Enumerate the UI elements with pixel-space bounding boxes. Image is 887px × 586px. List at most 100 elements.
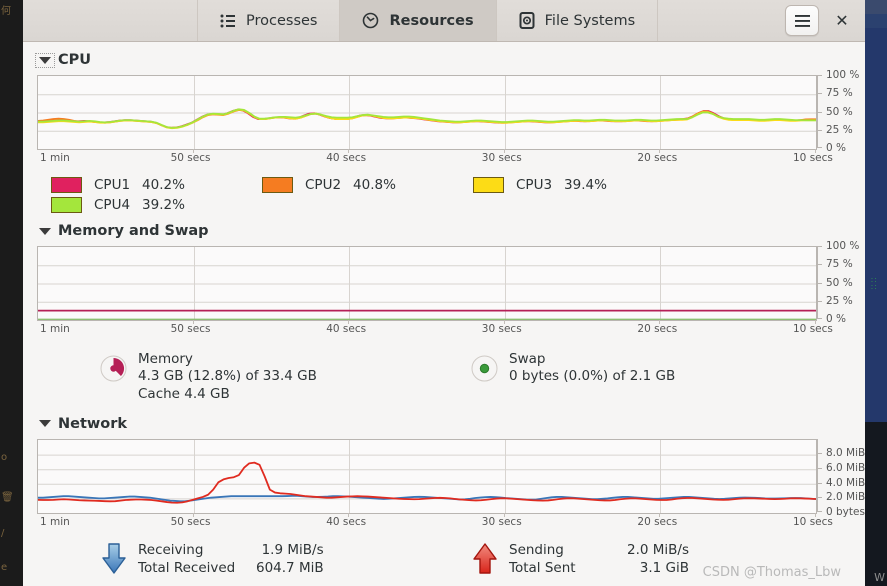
memory-graph-y-tick-label: 75 % (826, 258, 853, 271)
tab-resources[interactable]: Resources (339, 0, 497, 41)
cpu2-color-swatch (262, 177, 293, 193)
memory-graph (37, 246, 817, 321)
total-sent-label: Total Sent (509, 559, 576, 576)
swap-usage-block[interactable]: Swap 0 bytes (0.0%) of 2.1 GB (469, 351, 675, 403)
system-monitor-window: Processes Resources File Systems ✕ CPU 1… (23, 0, 865, 586)
network-graph-x-axis: 1 min 50 secs 40 secs 30 secs 20 secs 10 secs (37, 512, 833, 532)
hamburger-menu-icon[interactable] (785, 5, 819, 36)
network-graph-y-tick-label: 8.0 MiB/s (826, 447, 865, 460)
network-graph-y-tick-label: 2.0 MiB/s (826, 491, 865, 504)
network-graph-x-tick-label: 50 secs (170, 515, 211, 528)
memory-graph-y-tick-label: 100 % (826, 240, 860, 252)
sending-label: Sending (509, 541, 564, 558)
cpu4-color-swatch (51, 197, 82, 213)
memory-graph-x-tick-label: 20 secs (637, 323, 678, 335)
receiving-value: 1.9 MiB/s (261, 541, 324, 558)
network-graph-x-tick-label: 1 min (40, 515, 70, 528)
cpu-legend-item[interactable]: CPU4 39.2% (51, 197, 262, 213)
cpu-graph-y-axis: 100 % 75 % 50 % 25 % 0 % (817, 69, 865, 154)
network-graph-y-tick-label: 6.0 MiB/s (826, 461, 865, 474)
cpu2-label: CPU2 (305, 177, 342, 193)
close-icon[interactable]: ✕ (829, 8, 855, 34)
cpu3-label: CPU3 (516, 177, 553, 193)
cpu-graph-y-tick-label: 50 % (826, 105, 853, 118)
cpu-section-title: CPU (58, 52, 92, 68)
tab-file-systems-label: File Systems (544, 12, 636, 29)
memory-graph-y-axis: 100 % 75 % 50 % 25 % 0 % (817, 240, 865, 325)
cpu1-label: CPU1 (94, 177, 131, 193)
cpu-graph-y-tick-label: 0 % (826, 142, 846, 154)
cpu-graph-y-tick-label: 25 % (826, 123, 853, 136)
upload-arrow-icon (471, 542, 499, 580)
network-expander-triangle-down-icon[interactable] (39, 420, 51, 428)
cpu-graph-y-tick-label: 75 % (826, 87, 853, 100)
memory-graph-x-tick-label: 30 secs (481, 323, 522, 335)
cpu-graph-x-tick-label: 20 secs (637, 152, 678, 164)
total-received-value: 604.7 MiB (256, 559, 324, 576)
memory-cache: Cache 4.4 GB (138, 385, 230, 402)
cpu-graph-wrap: 1 min 50 secs 40 secs 30 secs 20 secs 10 secs… (37, 69, 859, 168)
swap-pie-icon (471, 355, 498, 386)
cpu-legend-item[interactable]: CPU1 40.2% (51, 177, 262, 193)
desktop-backdrop-left: 何 o 🗑 / e (0, 0, 23, 586)
cpu4-label: CPU4 (94, 197, 131, 213)
network-graph-y-tick-label: 0 bytes/s (826, 505, 865, 518)
memory-expander-triangle-down-icon[interactable] (39, 227, 51, 235)
network-graph-x-tick-label: 40 secs (326, 515, 367, 528)
cpu3-value: 39.4% (564, 177, 607, 193)
list-icon (220, 13, 236, 29)
cpu1-color-swatch (51, 177, 82, 193)
cpu-graph-x-tick-label: 1 min (40, 152, 70, 164)
memory-graph-y-tick-label: 25 % (826, 294, 853, 307)
network-graph-y-axis: 8.0 MiB/s6.0 MiB/s 4.0 MiB/s 2.0 MiB/s0 by… (817, 438, 865, 518)
resources-content: CPU 1 min 50 secs 40 secs 30 secs 20 secs 10 … (23, 42, 865, 586)
network-graph-y-tick-label: 4.0 MiB/s (826, 476, 865, 489)
gauge-icon (362, 12, 379, 29)
network-section-header: Network (37, 416, 851, 432)
cpu-legend-item[interactable]: CPU2 40.8% (262, 177, 473, 193)
cpu-legend-item[interactable]: CPU3 39.4% (473, 177, 684, 193)
cpu-graph (37, 75, 817, 150)
total-received-label: Total Received (138, 559, 236, 576)
total-sent-value: 3.1 GiB (639, 559, 690, 576)
memory-graph-y-tick-label: 50 % (826, 276, 853, 289)
tab-processes[interactable]: Processes (197, 0, 341, 41)
receiving-block[interactable]: Receiving 1.9 MiB/s Total Received 604.7… (37, 542, 469, 580)
network-section-title: Network (58, 415, 128, 432)
tab-processes-label: Processes (246, 12, 318, 29)
swap-label: Swap (509, 351, 546, 367)
sending-block[interactable]: Sending 2.0 MiB/s Total Sent 3.1 GiB (469, 542, 693, 580)
hard-disk-icon (519, 12, 535, 29)
cpu-section-header: CPU (35, 52, 851, 68)
cpu-graph-y-tick-label: 100 % (826, 69, 860, 81)
header-actions: ✕ (785, 0, 865, 41)
memory-graph-y-tick-label: 0 % (826, 313, 846, 325)
tab-resources-label: Resources (389, 12, 474, 29)
cpu-legend: CPU1 40.2% CPU2 40.8% CPU3 39.4% CPU4 39… (51, 177, 851, 217)
memory-usage-block[interactable]: Memory 4.3 GB (12.8%) of 33.4 GB Cache 4… (37, 351, 469, 403)
memory-graph-x-tick-label: 1 min (40, 323, 70, 335)
tab-bar: Processes Resources File Systems (197, 0, 659, 41)
sending-value: 2.0 MiB/s (627, 541, 690, 558)
cpu3-color-swatch (473, 177, 504, 193)
memory-graph-x-axis: 1 min 50 secs 40 secs 30 secs 20 secs 10 secs (37, 320, 833, 339)
watermark: CSDN @Thomas_Lbw (702, 565, 841, 580)
memory-section-header: Memory and Swap (37, 223, 851, 239)
network-graph (37, 438, 817, 514)
cpu1-value: 40.2% (142, 177, 185, 193)
cpu-graph-x-tick-label: 50 secs (170, 152, 211, 164)
memory-pie-icon (100, 355, 127, 386)
cpu-expander-triangle-down-icon[interactable] (35, 52, 55, 68)
download-arrow-icon (100, 542, 128, 580)
network-graph-x-tick-label: 30 secs (481, 515, 522, 528)
network-graph-wrap: 1 min 50 secs 40 secs 30 secs 20 secs 10 secs… (37, 438, 865, 532)
header-bar: Processes Resources File Systems ✕ (23, 0, 865, 42)
tab-file-systems[interactable]: File Systems (495, 0, 659, 41)
memory-usage: 4.3 GB (12.8%) of 33.4 GB (138, 368, 317, 385)
memory-graph-x-tick-label: 50 secs (170, 323, 211, 335)
memory-section-title: Memory and Swap (58, 223, 209, 239)
cpu4-value: 39.2% (142, 197, 185, 213)
receiving-label: Receiving (138, 541, 204, 558)
network-graph-x-tick-label: 20 secs (637, 515, 678, 528)
cpu-graph-x-tick-label: 30 secs (481, 152, 522, 164)
